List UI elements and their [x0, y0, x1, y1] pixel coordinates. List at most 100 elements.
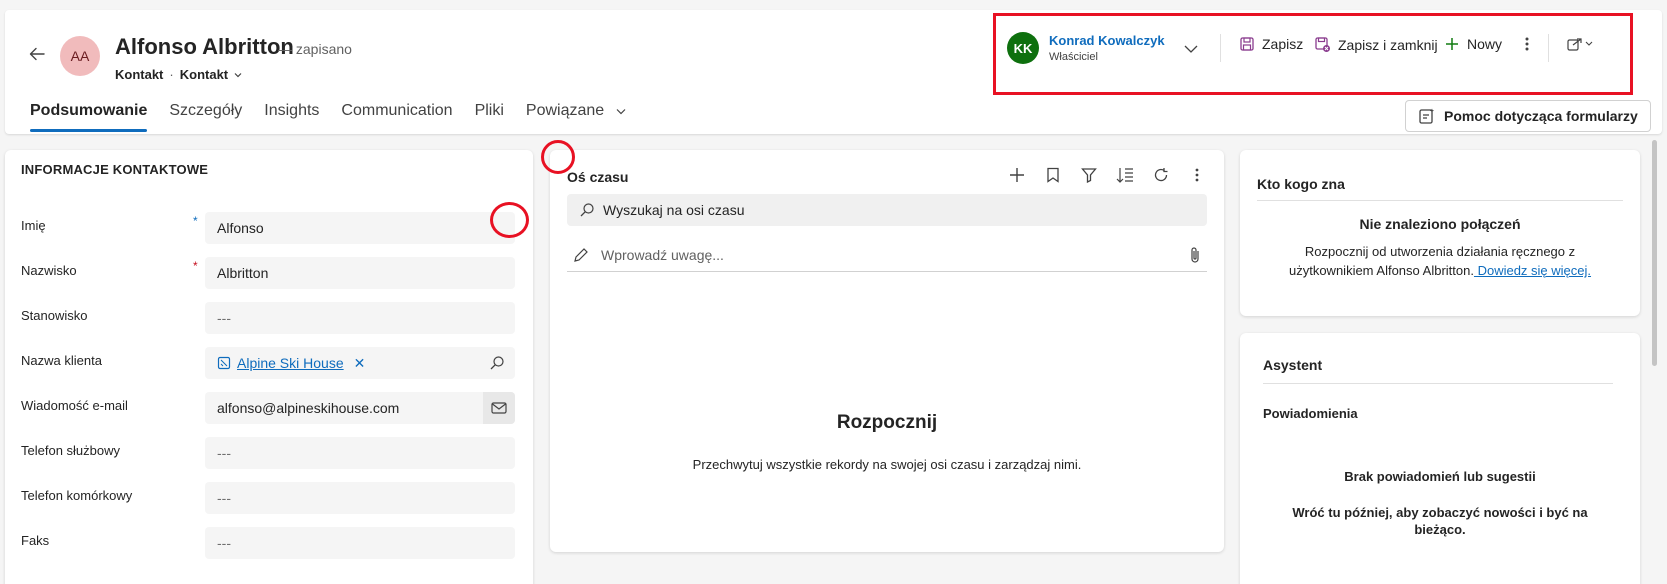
owner-name[interactable]: Konrad Kowalczyk — [1049, 33, 1165, 48]
send-email-button[interactable] — [483, 392, 515, 424]
tab-szczegoly[interactable]: Szczegóły — [169, 98, 242, 138]
back-arrow-icon[interactable] — [27, 44, 47, 64]
who-knows-whom-section: Kto kogo zna Nie znaleziono połączeń Roz… — [1240, 150, 1640, 316]
share-icon — [1567, 38, 1593, 51]
recommended-indicator: * — [193, 214, 198, 228]
tab-podsumowanie[interactable]: Podsumowanie — [30, 98, 148, 138]
assistant-section: Asystent Powiadomienia Brak powiadomień … — [1240, 333, 1640, 584]
who-knows-title: Kto kogo zna — [1257, 176, 1345, 192]
entity-name: Kontakt — [115, 67, 164, 82]
who-knows-text: użytkownikiem Alfonso Albritton. — [1288, 263, 1474, 278]
field-label-job-title: Stanowisko — [21, 308, 88, 323]
plus-icon — [1446, 38, 1458, 50]
field-label-fax: Faks — [21, 533, 50, 548]
timeline-search-input[interactable]: Wyszukaj na osi czasu — [567, 194, 1207, 226]
search-icon — [580, 203, 594, 217]
save-button[interactable]: Zapisz — [1239, 36, 1303, 52]
divider — [1257, 200, 1623, 201]
account-link[interactable]: Alpine Ski House — [237, 355, 344, 371]
form-help-label: Pomoc dotycząca formularzy — [1444, 108, 1638, 124]
business-phone-field[interactable]: --- — [205, 437, 515, 469]
chevron-down-icon — [616, 108, 626, 115]
field-label-mobile-phone: Telefon komórkowy — [21, 488, 133, 503]
who-knows-empty-title: Nie znaleziono połączeń — [1359, 216, 1521, 232]
field-label-account-name: Nazwa klienta — [21, 353, 102, 368]
tab-list: Podsumowanie Szczegóły Insights Communic… — [30, 98, 649, 138]
field-label-first-name: Imię — [21, 218, 46, 233]
fax-field[interactable]: --- — [205, 527, 515, 559]
account-icon — [217, 356, 231, 370]
save-status: — zapisano — [278, 41, 352, 57]
notifications-empty-title: Brak powiadomień lub sugestii — [1344, 469, 1536, 484]
tab-communication[interactable]: Communication — [341, 98, 452, 138]
form-name: Kontakt — [179, 67, 229, 82]
contact-info-section: INFORMACJE KONTAKTOWE Imię * Alfonso Naz… — [5, 150, 533, 584]
field-label-email: Wiadomość e-mail — [21, 398, 128, 413]
tab-insights[interactable]: Insights — [264, 98, 319, 138]
save-and-close-button[interactable]: Zapisz i zamknij — [1314, 36, 1438, 53]
filter-icon[interactable] — [1078, 164, 1100, 186]
timeline-empty-text: Przechwytuj wszystkie rekordy na swojej … — [692, 457, 1082, 472]
owner-avatar: KK — [1007, 32, 1039, 64]
divider — [1220, 34, 1221, 62]
account-name-lookup[interactable]: Alpine Ski House ✕ — [205, 347, 515, 379]
separator-dot: · — [169, 67, 174, 82]
required-indicator: * — [193, 259, 198, 273]
search-icon[interactable] — [489, 355, 505, 371]
mobile-phone-field[interactable]: --- — [205, 482, 515, 514]
form-selector[interactable]: Kontakt — [180, 67, 243, 82]
owner-role: Właściciel — [1049, 51, 1098, 63]
assistant-title: Asystent — [1263, 357, 1323, 373]
tab-pliki[interactable]: Pliki — [475, 98, 504, 138]
email-field[interactable]: alfonso@alpineskihouse.com — [205, 392, 515, 424]
tab-powiazane-label: Powiązane — [525, 102, 605, 119]
save-label: Zapisz — [1262, 36, 1304, 52]
notifications-empty-line2: bieżąco. — [1414, 522, 1466, 537]
more-vertical-icon — [1525, 37, 1529, 51]
first-name-field[interactable]: Alfonso — [205, 212, 515, 244]
section-title: INFORMACJE KONTAKTOWE — [21, 162, 209, 177]
learn-more-link[interactable]: Dowiedz się więcej. — [1474, 263, 1591, 278]
save-icon — [1240, 37, 1254, 51]
more-commands-button[interactable] — [1524, 36, 1530, 52]
new-label: Nowy — [1467, 36, 1503, 52]
form-help-icon — [1419, 108, 1435, 124]
chevron-down-icon — [234, 72, 242, 77]
refresh-icon[interactable] — [1150, 164, 1172, 186]
new-button[interactable]: Nowy — [1444, 36, 1502, 52]
timeline-note-input[interactable]: Wprowadź uwagę... — [567, 238, 1207, 272]
form-help-button[interactable]: Pomoc dotycząca formularzy — [1405, 100, 1651, 132]
remove-icon[interactable]: ✕ — [354, 355, 366, 372]
timeline-section: Oś czasu Wyszukaj na osi czasu Wprowadź … — [550, 150, 1224, 552]
who-knows-text-line2: użytkownikiem Alfonso Albritton. Dowiedz… — [1240, 263, 1640, 278]
save-close-icon — [1315, 37, 1330, 52]
divider — [1548, 34, 1549, 62]
add-icon[interactable] — [1006, 164, 1028, 186]
record-subtitle: Kontakt · Kontakt — [115, 67, 243, 82]
timeline-note-placeholder: Wprowadź uwagę... — [601, 246, 724, 263]
pencil-icon — [574, 247, 588, 262]
timeline-toolbar — [1006, 164, 1208, 186]
mail-icon — [491, 402, 507, 414]
bookmark-icon[interactable] — [1042, 164, 1064, 186]
notifications-empty-line1: Wróć tu później, aby zobaczyć nowości i … — [1292, 505, 1588, 520]
timeline-empty-title: Rozpocznij — [836, 412, 938, 433]
job-title-field[interactable]: --- — [205, 302, 515, 334]
owner-card[interactable]: KK Konrad Kowalczyk Właściciel — [1007, 32, 1165, 64]
record-title: Alfonso Albritton — [115, 34, 294, 59]
email-value: alfonso@alpineskihouse.com — [217, 400, 400, 416]
last-name-field[interactable]: Albritton — [205, 257, 515, 289]
chevron-down-icon[interactable] — [1183, 42, 1199, 60]
share-button[interactable] — [1566, 36, 1594, 52]
page-scrollbar[interactable] — [1652, 140, 1657, 366]
attachment-icon[interactable] — [1189, 246, 1201, 264]
tab-powiazane[interactable]: Powiązane — [526, 98, 627, 138]
more-vertical-icon[interactable] — [1186, 164, 1208, 186]
owner-text: Konrad Kowalczyk Właściciel — [1049, 33, 1165, 63]
save-and-close-label: Zapisz i zamknij — [1338, 36, 1438, 53]
field-label-business-phone: Telefon służbowy — [21, 443, 120, 458]
command-bar: KK Konrad Kowalczyk Właściciel Zapisz Za… — [993, 13, 1633, 95]
who-knows-text-line1: Rozpocznij od utworzenia działania ręczn… — [1304, 244, 1576, 259]
timeline-search-placeholder: Wyszukaj na osi czasu — [603, 202, 745, 218]
sort-icon[interactable] — [1114, 164, 1136, 186]
